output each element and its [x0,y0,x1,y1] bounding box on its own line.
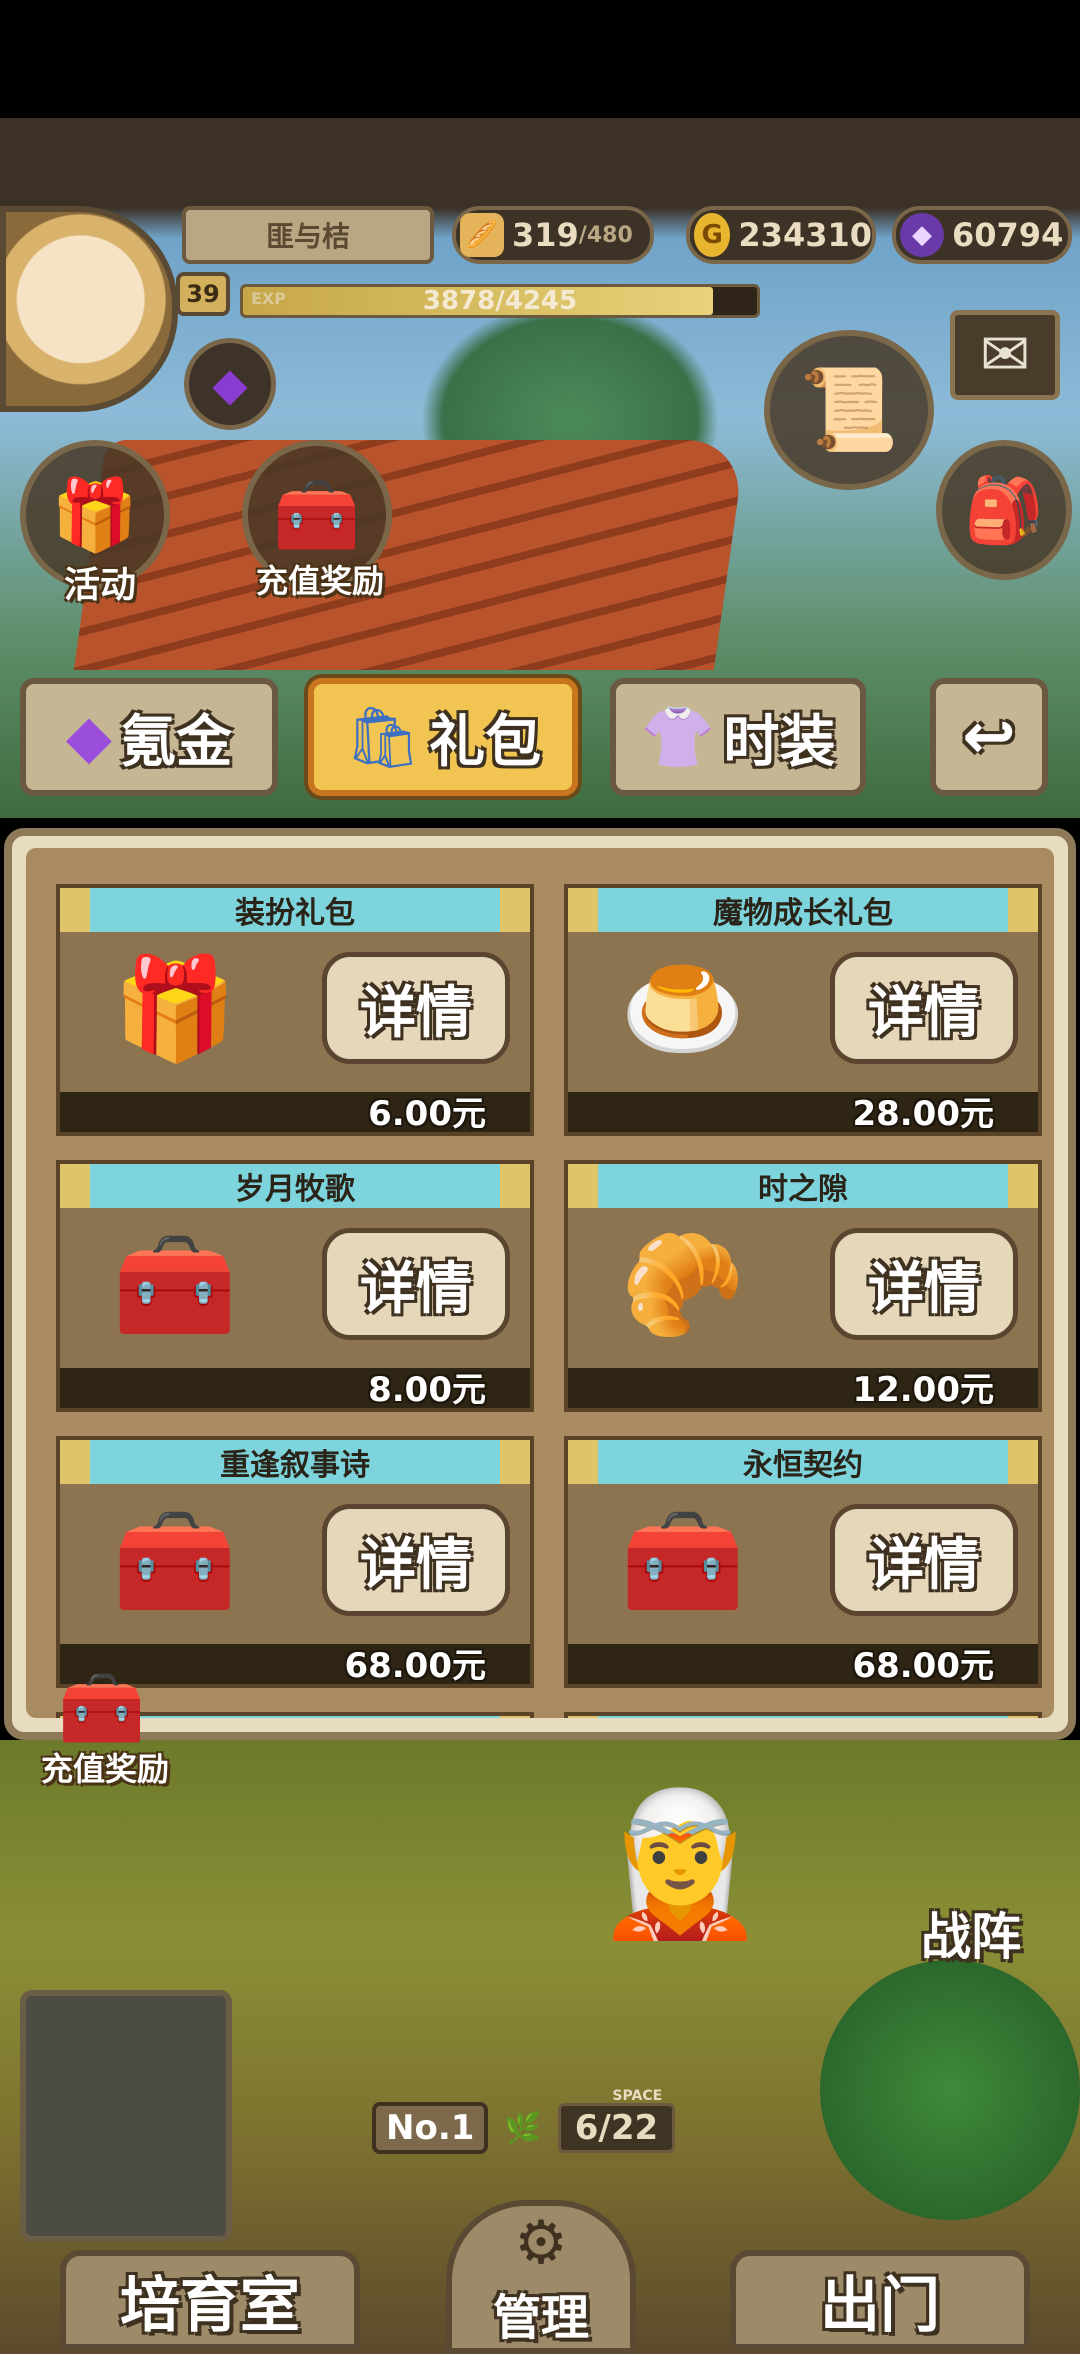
pack-name: 重逢叙事诗 [60,1440,530,1484]
pack-price: 8.00元 [368,1370,486,1410]
gold-counter[interactable]: G 234310 [686,206,876,264]
pack-detail-button[interactable]: 详情 [322,1228,510,1340]
slime-potion-icon: 🍮 [620,950,746,1067]
back-button[interactable]: ↩ [930,678,1048,796]
pack-detail-button[interactable]: 详情 [830,952,1018,1064]
pack-card: 装扮礼包 🎁 详情 6.00元 [56,884,534,1136]
nest-number-badge: No.1 [372,2102,489,2154]
pack-price: 68.00元 [344,1646,486,1686]
manage-button[interactable]: ⚙ 管理 [446,2200,636,2354]
pack-price: 28.00元 [852,1094,994,1134]
pack-name: 时之隙 [568,1164,1038,1208]
tab-gift-pack[interactable]: 🛍 礼包 [308,678,578,796]
pack-list[interactable]: 装扮礼包 🎁 详情 6.00元 魔物成长礼包 🍮 详情 28.00元 岁月牧歌 … [26,848,1054,1718]
stamina-value: 319 [512,216,579,254]
pack-price: 68.00元 [852,1646,994,1686]
treasure-chest-icon: 🧰 [112,1226,238,1343]
status-bar-area [0,0,1080,118]
treasure-chest-icon: 🧰 [58,1666,146,1749]
pack-card: 时之隙 🥐 详情 12.00元 [564,1160,1042,1412]
nursery-button[interactable]: 培育室 [60,2250,360,2350]
gem-icon: ◆ [65,702,113,772]
nest-no-label: No. [386,2108,451,2148]
scroll-icon: 📜 [799,363,899,456]
space-counter: SPACE 6/22 [557,2088,676,2153]
gem-icon: ◆ [900,213,944,257]
leaf-icon: 🌿 [504,2110,542,2146]
depart-button[interactable]: 出门 [730,2250,1030,2350]
stamina-counter[interactable]: 🥖 319/480 [452,206,654,264]
tab-gift-pack-label: 礼包 [429,709,542,775]
pack-detail-button[interactable]: 详情 [830,1504,1018,1616]
nursery-label: 培育室 [120,2270,300,2341]
backpack-icon: 🎒 [964,473,1044,548]
space-label: SPACE [612,2088,663,2104]
shop-panel: 装扮礼包 🎁 详情 6.00元 魔物成长礼包 🍮 详情 28.00元 岁月牧歌 … [4,828,1076,1740]
player-level-badge: 39 [176,272,230,316]
player-name: 匪与桔 [182,206,434,264]
gem-counter[interactable]: ◆ 60794 [892,206,1072,264]
bread-icon: 🥖 [460,213,504,257]
mail-button[interactable]: ✉ [950,310,1060,400]
egg-shelf-decoration [20,1990,232,2242]
depart-label: 出门 [820,2270,940,2341]
pack-name: 装扮礼包 [60,888,530,932]
pack-name: 岁月牧歌 [60,1164,530,1208]
add-gem-button[interactable]: ◆ [184,338,276,430]
pack-card: 魔物成长礼包 🍮 详情 28.00元 [564,884,1042,1136]
quest-scroll-button[interactable]: 📜 [764,330,934,490]
gold-value: 234310 [738,216,872,254]
treasure-bundle-icon: 🧰 [620,1502,746,1619]
pack-card-partial [564,1712,1042,1718]
exp-bar: EXP 3878/4245 [240,284,760,318]
pack-price: 6.00元 [368,1094,486,1134]
roof-decoration [73,440,747,670]
gold-coin-icon: G [694,213,731,257]
pack-detail-button[interactable]: 详情 [322,1504,510,1616]
activity-label: 活动 [63,565,136,606]
space-value: 6/22 [574,2108,659,2148]
bush-decoration [820,1960,1080,2220]
outfit-icon: 👚 [640,702,716,773]
pack-price: 12.00元 [852,1370,994,1410]
pack-detail-button[interactable]: 详情 [322,952,510,1064]
manage-label: 管理 [492,2290,589,2346]
gear-icon: ⚙ [514,2208,568,2278]
back-arrow-icon: ↩ [962,700,1016,774]
gem-plus-icon: ◆ [212,357,248,411]
formation-button[interactable]: 战阵 [876,1900,1066,1966]
backpack-button[interactable]: 🎒 [936,440,1072,580]
gift-bag-icon: 🛍 [344,702,422,773]
treasure-bundle-icon: 🧰 [112,1502,238,1619]
pack-card: 岁月牧歌 🧰 详情 8.00元 [56,1160,534,1412]
envelope-icon: ✉ [979,320,1031,390]
formation-label: 战阵 [921,1908,1021,1966]
nest-no-value: 1 [450,2108,475,2148]
recharge-reward-float-label: 充值奖励 [40,1750,169,1788]
recharge-reward-float-button[interactable]: 🧰 [32,1666,172,1749]
treasure-chest-icon: 🧰 [273,473,361,556]
pack-name: 永恒契约 [568,1440,1038,1484]
nest-info: No.1 🌿 SPACE 6/22 [372,2088,712,2156]
exp-value: 3878/4245 [422,286,578,316]
gem-value: 60794 [952,216,1064,254]
pack-name: 魔物成长礼包 [568,888,1038,932]
tab-fashion-label: 时装 [723,709,836,775]
stamina-max: /480 [578,222,633,248]
bread-chest-icon: 🥐 [620,1226,746,1343]
character-sprite[interactable]: 🧝 [580,1770,780,1960]
recharge-reward-label: 充值奖励 [255,562,384,600]
tab-fashion[interactable]: 👚 时装 [610,678,866,796]
pack-detail-button[interactable]: 详情 [830,1228,1018,1340]
pack-card: 重逢叙事诗 🧰 详情 68.00元 [56,1436,534,1688]
tab-krypton-label: 氪金 [120,709,233,775]
pack-card: 永恒契约 🧰 详情 68.00元 [564,1436,1042,1688]
gift-box-icon: 🎁 [51,473,139,556]
gift-box-icon: 🎁 [112,950,238,1067]
tab-krypton[interactable]: ◆ 氪金 [20,678,278,796]
pack-name-partial [568,1716,1038,1718]
